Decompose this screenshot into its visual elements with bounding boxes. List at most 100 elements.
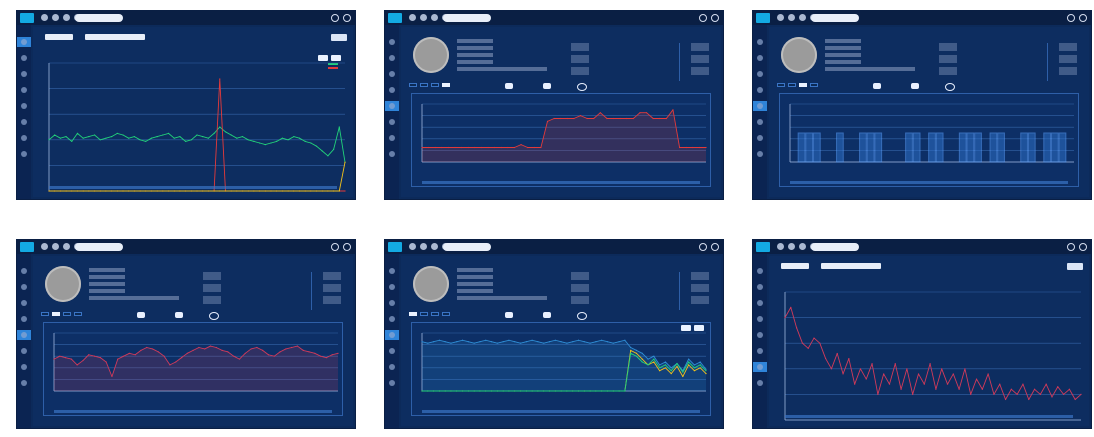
time-range-scrollbar[interactable]	[785, 415, 1073, 418]
global-search-input[interactable]	[811, 243, 859, 251]
sidebar-item-icon[interactable]	[389, 87, 395, 93]
user-icon[interactable]	[331, 14, 339, 22]
search-button[interactable]	[331, 33, 347, 41]
tab[interactable]	[431, 83, 439, 87]
sidebar-item-icon[interactable]	[389, 380, 395, 386]
time-range-scrollbar[interactable]	[54, 410, 332, 413]
tab[interactable]	[409, 312, 417, 316]
sidebar-item-icon[interactable]	[757, 71, 763, 77]
sidebar-item-icon[interactable]	[389, 55, 395, 61]
sidebar-item-icon[interactable]	[757, 268, 763, 274]
user-icon[interactable]	[699, 14, 707, 22]
toolbar-icon[interactable]	[420, 14, 427, 21]
tab[interactable]	[63, 312, 71, 316]
filter-input-2[interactable]	[85, 34, 145, 40]
toolbar-icon[interactable]	[63, 14, 70, 21]
user-icon[interactable]	[699, 243, 707, 251]
settings-icon[interactable]	[1079, 243, 1087, 251]
sidebar-item-icon[interactable]	[389, 284, 395, 290]
sidebar-item-icon[interactable]	[21, 300, 27, 306]
user-icon[interactable]	[331, 243, 339, 251]
sidebar-item-icon[interactable]	[757, 316, 763, 322]
sidebar-item-icon[interactable]	[389, 135, 395, 141]
tab[interactable]	[52, 312, 60, 316]
toolbar-icon[interactable]	[431, 14, 438, 21]
sidebar-item-icon[interactable]	[757, 300, 763, 306]
toolbar-icon[interactable]	[420, 243, 427, 250]
time-range-scrollbar[interactable]	[790, 181, 1068, 184]
tab[interactable]	[409, 83, 417, 87]
settings-icon[interactable]	[343, 14, 351, 22]
tab[interactable]	[810, 83, 818, 87]
sidebar-item-icon[interactable]	[21, 284, 27, 290]
sidebar-item-icon[interactable]	[21, 380, 27, 386]
tab[interactable]	[74, 312, 82, 316]
sidebar-item-icon[interactable]	[757, 364, 763, 370]
toolbar-icon[interactable]	[788, 14, 795, 21]
sidebar-item-icon[interactable]	[757, 380, 763, 386]
toolbar-icon[interactable]	[409, 14, 416, 21]
user-icon[interactable]	[1067, 243, 1075, 251]
filter-input-2[interactable]	[821, 263, 881, 269]
sidebar-item-icon[interactable]	[21, 135, 27, 141]
sidebar-item-icon[interactable]	[757, 119, 763, 125]
sidebar-item-icon[interactable]	[389, 332, 395, 338]
user-icon[interactable]	[1067, 14, 1075, 22]
sidebar-item-icon[interactable]	[389, 348, 395, 354]
sidebar-item-icon[interactable]	[757, 348, 763, 354]
sidebar-item-icon[interactable]	[21, 119, 27, 125]
sidebar-item-icon[interactable]	[21, 348, 27, 354]
filter-input-1[interactable]	[781, 263, 809, 269]
sidebar-item-icon[interactable]	[757, 135, 763, 141]
tab[interactable]	[442, 83, 450, 87]
global-search-input[interactable]	[75, 243, 123, 251]
sidebar-item-icon[interactable]	[757, 39, 763, 45]
settings-icon[interactable]	[1079, 14, 1087, 22]
sidebar-item-icon[interactable]	[21, 87, 27, 93]
sidebar-item-icon[interactable]	[757, 284, 763, 290]
sidebar-item-icon[interactable]	[21, 151, 27, 157]
global-search-input[interactable]	[443, 14, 491, 22]
toolbar-icon[interactable]	[63, 243, 70, 250]
sidebar-item-icon[interactable]	[21, 71, 27, 77]
sidebar-item-icon[interactable]	[757, 151, 763, 157]
sidebar-item-icon[interactable]	[389, 103, 395, 109]
tab[interactable]	[420, 312, 428, 316]
sidebar-item-icon[interactable]	[389, 364, 395, 370]
sidebar-item-icon[interactable]	[389, 71, 395, 77]
toolbar-icon[interactable]	[788, 243, 795, 250]
sidebar-item-icon[interactable]	[21, 332, 27, 338]
toolbar-icon[interactable]	[799, 14, 806, 21]
sidebar-item-icon[interactable]	[757, 103, 763, 109]
sidebar-item-icon[interactable]	[757, 87, 763, 93]
settings-icon[interactable]	[711, 14, 719, 22]
sidebar-item-icon[interactable]	[21, 316, 27, 322]
sidebar-item-icon[interactable]	[757, 332, 763, 338]
sidebar-item-icon[interactable]	[21, 103, 27, 109]
toolbar-icon[interactable]	[52, 243, 59, 250]
sidebar-item-icon[interactable]	[389, 151, 395, 157]
settings-icon[interactable]	[343, 243, 351, 251]
sidebar-item-icon[interactable]	[757, 55, 763, 61]
time-range-scrollbar[interactable]	[422, 410, 700, 413]
sidebar-item-icon[interactable]	[389, 119, 395, 125]
toolbar-icon[interactable]	[777, 243, 784, 250]
toolbar-icon[interactable]	[41, 243, 48, 250]
sidebar-item-icon[interactable]	[389, 39, 395, 45]
tab[interactable]	[788, 83, 796, 87]
sidebar-item-icon[interactable]	[389, 268, 395, 274]
time-range-scrollbar[interactable]	[49, 186, 337, 189]
global-search-input[interactable]	[443, 243, 491, 251]
tab[interactable]	[41, 312, 49, 316]
filter-input-1[interactable]	[45, 34, 73, 40]
toolbar-icon[interactable]	[409, 243, 416, 250]
tab[interactable]	[777, 83, 785, 87]
time-range-scrollbar[interactable]	[422, 181, 700, 184]
toolbar-icon[interactable]	[52, 14, 59, 21]
toolbar-icon[interactable]	[777, 14, 784, 21]
toolbar-icon[interactable]	[41, 14, 48, 21]
toolbar-icon[interactable]	[431, 243, 438, 250]
toolbar-icon[interactable]	[799, 243, 806, 250]
sidebar-item-icon[interactable]	[21, 39, 27, 45]
sidebar-item-icon[interactable]	[389, 300, 395, 306]
